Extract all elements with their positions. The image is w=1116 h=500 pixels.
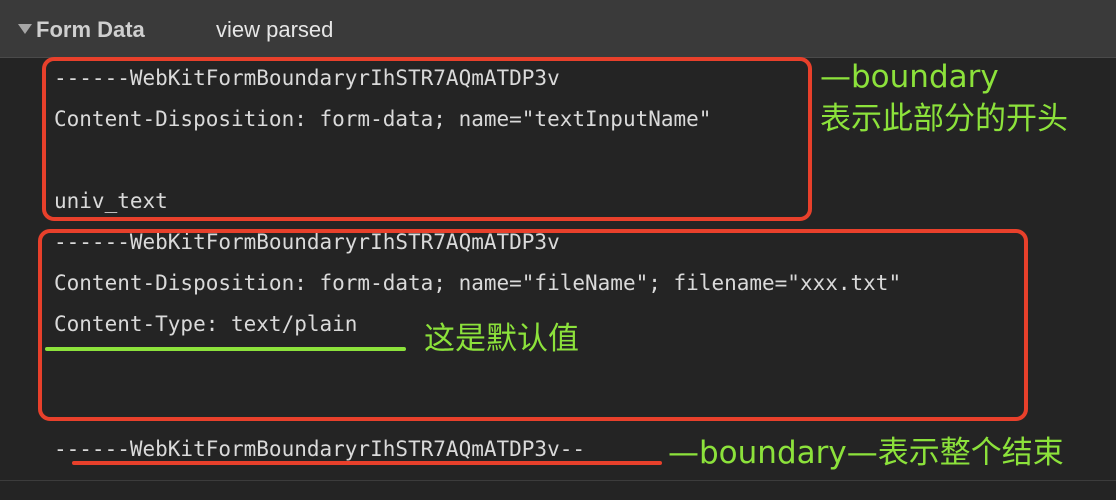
section-title: Form Data	[36, 17, 145, 42]
closing-boundary-line: ------WebKitFormBoundaryrIhSTR7AQmATDP3v…	[54, 437, 586, 461]
view-parsed-toggle[interactable]: view parsed	[216, 14, 333, 46]
first-part-highlight-box	[42, 57, 812, 221]
boundary-start-annotation: —boundary	[820, 59, 999, 95]
closing-boundary-underline	[72, 461, 662, 465]
form-data-header[interactable]: Form Data view parsed	[0, 0, 1116, 58]
collapse-caret-icon[interactable]	[18, 24, 32, 34]
default-value-annotation: 这是默认值	[424, 321, 579, 357]
form-data-panel: Form Data view parsed ------WebKitFormBo…	[0, 0, 1116, 500]
content-type-underline	[45, 347, 406, 351]
boundary-end-annotation: —boundary—表示整个结束	[668, 435, 1064, 471]
panel-divider	[0, 480, 1116, 481]
boundary-start-description: 表示此部分的开头	[820, 101, 1068, 137]
